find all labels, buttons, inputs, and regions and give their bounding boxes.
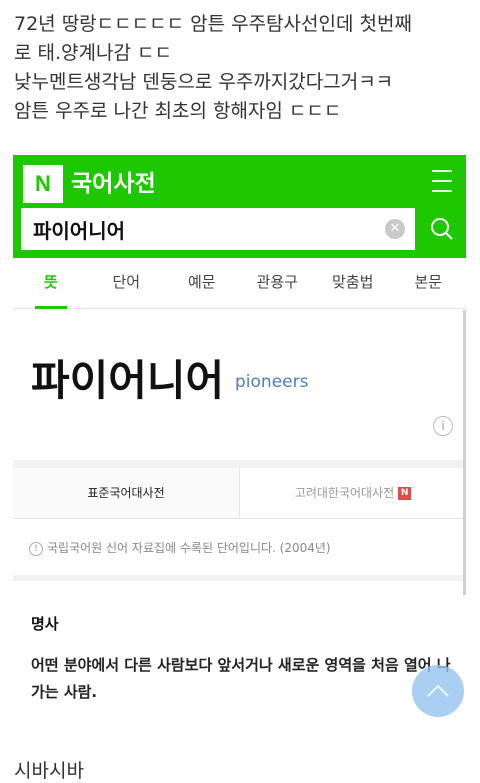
- tab-standard-dictionary[interactable]: 표준국어대사전: [13, 468, 239, 518]
- scroll-top-button[interactable]: [412, 665, 464, 717]
- dictionary-screenshot: N 국어사전 ✕ 뜻 단어 예문 관용구 맞춤법 본문 파이어니어 pionee…: [13, 155, 466, 725]
- post-line: 로 태.양계나감 ㄷㄷ: [14, 42, 172, 64]
- tab-word[interactable]: 단어: [89, 258, 165, 308]
- definition-text: 어떤 분야에서 다른 사람보다 앞서거나 새로운 영역을 처음 열어 나가는 사…: [31, 656, 451, 701]
- tab-korea-university-dictionary[interactable]: 고려대한국어대사전 N: [239, 468, 466, 518]
- post-line: 암튼 우주로 나간 최초의 항해자임 ㄷㄷㄷ: [14, 100, 342, 122]
- app-title[interactable]: 국어사전: [71, 165, 156, 203]
- hamburger-icon[interactable]: [432, 170, 452, 192]
- search-box: ✕: [21, 208, 415, 250]
- entry-original: pioneers: [235, 372, 309, 392]
- post-line: 낮누멘트생각남 덴둥으로 우주까지갔다그거ㅋㅋ: [14, 71, 394, 93]
- post-line: 72년 땅랑ㄷㄷㄷㄷㄷ 암튼 우주탐사선인데 첫번째: [14, 13, 412, 35]
- dictionary-label: 표준국어대사전: [87, 486, 165, 500]
- tab-text[interactable]: 본문: [391, 258, 467, 308]
- search-input[interactable]: [33, 208, 373, 250]
- entry-word: 파이어니어: [31, 356, 225, 405]
- search-button[interactable]: [418, 208, 466, 250]
- post-text: 72년 땅랑ㄷㄷㄷㄷㄷ 암튼 우주탐사선인데 첫번째 로 태.양계나감 ㄷㄷ 낮…: [14, 10, 470, 126]
- tab-bar: 뜻 단어 예문 관용구 맞춤법 본문: [13, 258, 466, 309]
- app-header: N 국어사전 ✕: [13, 155, 466, 258]
- chevron-up-icon: [427, 684, 449, 697]
- tab-meaning[interactable]: 뜻: [13, 258, 89, 309]
- notice-text: 국립국어원 신어 자료집에 수록된 단어입니다. (2004년): [47, 541, 331, 555]
- dictionary-label: 고려대한국어대사전: [294, 486, 395, 500]
- section-divider: [13, 575, 466, 581]
- tab-idiom[interactable]: 관용구: [240, 258, 316, 308]
- post-caption: 시바시바: [14, 760, 84, 782]
- warning-icon: !: [29, 541, 43, 556]
- dictionary-tabs: 표준국어대사전 고려대한국어대사전 N: [13, 468, 466, 519]
- new-badge: N: [398, 487, 412, 500]
- tab-spelling[interactable]: 맞춤법: [315, 258, 391, 308]
- close-icon[interactable]: ✕: [385, 219, 405, 239]
- section-gap: [13, 460, 466, 468]
- part-of-speech: 명사: [31, 615, 59, 633]
- naver-logo[interactable]: N: [23, 165, 63, 203]
- scrollbar[interactable]: [463, 310, 466, 595]
- notice: ! 국립국어원 신어 자료집에 수록된 단어입니다. (2004년): [29, 539, 331, 556]
- tab-example[interactable]: 예문: [164, 258, 240, 308]
- info-icon[interactable]: i: [433, 416, 453, 436]
- search-icon: [431, 218, 453, 240]
